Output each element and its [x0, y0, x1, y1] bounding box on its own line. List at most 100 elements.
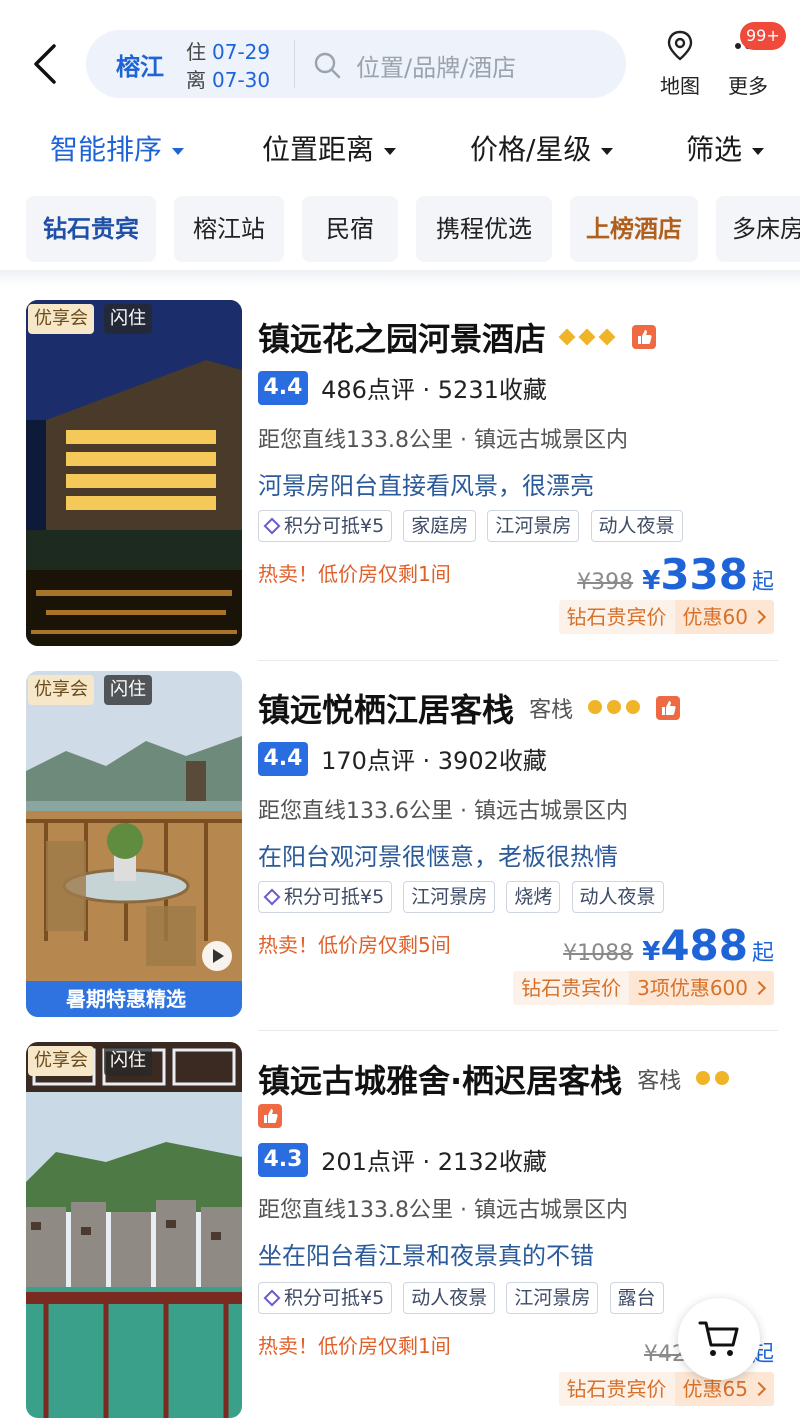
- tag-feature: 江河景房: [506, 1282, 599, 1314]
- thumb-tag-member: 优享会: [28, 304, 94, 334]
- price-suffix: 起: [751, 570, 774, 595]
- discount-info[interactable]: 钻石贵宾价 优惠65: [558, 1372, 774, 1406]
- chevron-left-icon: [34, 44, 56, 84]
- thumb-tag-flash-stay: 闪住: [104, 1046, 152, 1076]
- gem-icon: [263, 1289, 281, 1307]
- chip-diamond-vip[interactable]: 钻石贵宾: [26, 196, 156, 262]
- cart-icon: [698, 1321, 739, 1356]
- distance-text: 距您直线133.6公里 · 镇远古城景区内: [258, 799, 628, 824]
- hot-sale-text: 热卖！低价房仅剩5间: [258, 933, 451, 957]
- sort-smart[interactable]: 智能排序: [50, 128, 185, 168]
- original-price: ¥1088: [563, 941, 634, 966]
- score-badge: 4.4: [258, 370, 308, 405]
- hotel-night-photo: [26, 300, 242, 646]
- score-badge: 4.4: [258, 741, 308, 776]
- tag-feature: 江河景房: [487, 510, 580, 542]
- search-icon: [314, 52, 341, 79]
- tag-feature: 动人夜景: [571, 881, 664, 913]
- date-selector[interactable]: 住 07-29 离 07-30: [186, 38, 270, 94]
- tag-feature: 江河景房: [403, 881, 496, 913]
- discount-label: 钻石贵宾价: [558, 1372, 675, 1406]
- hotel-name-row: 镇远古城雅舍·栖迟居客栈 客栈: [258, 1056, 788, 1102]
- tag-feature: 动人夜景: [403, 1282, 496, 1314]
- chip-ranked-hotel[interactable]: 上榜酒店: [570, 196, 698, 262]
- tag-feature: 家庭房: [403, 510, 477, 542]
- distance-text: 距您直线133.8公里 · 镇远古城景区内: [258, 428, 628, 453]
- hotel-photo[interactable]: 优享会 闪住: [26, 300, 242, 646]
- tag-feature: 露台: [609, 1282, 664, 1314]
- divider: [0, 270, 800, 286]
- hotel-name: 镇远花之园河景酒店: [258, 320, 547, 358]
- hotel-card[interactable]: 优享会 闪住 暑期特惠精选 镇远悦栖江居客栈 客栈 4.4 170点评 · 39…: [0, 671, 800, 1017]
- checkin-date: 07-29: [212, 40, 271, 64]
- caret-down-icon: [752, 147, 765, 155]
- currency-symbol: ¥: [642, 566, 661, 596]
- caret-down-icon: [601, 147, 614, 155]
- cart-button[interactable]: [678, 1298, 760, 1380]
- old-town-view-photo: [26, 1042, 242, 1418]
- gem-icon: [263, 888, 281, 906]
- review-snippet: 河景房阳台直接看风景，很漂亮: [258, 472, 594, 500]
- caret-down-icon: [384, 147, 397, 155]
- hot-sale-text: 热卖！低价房仅剩1间: [258, 1334, 451, 1358]
- tag-feature: 动人夜景: [590, 510, 683, 542]
- dot-rating-icon: [588, 699, 645, 718]
- sort-distance-label: 位置距离: [262, 133, 375, 166]
- discount-amount: 3项优惠600: [629, 971, 774, 1005]
- sort-filter[interactable]: 筛选: [686, 128, 765, 168]
- rating-text: 486点评 · 5231收藏: [321, 376, 547, 404]
- tag-points: 积分可抵¥5: [258, 1282, 393, 1314]
- chip-multi-bed[interactable]: 多床房: [716, 196, 800, 262]
- original-price: ¥398: [577, 570, 634, 595]
- notification-badge: 99+: [740, 22, 786, 50]
- sort-price-label: 价格/星级: [470, 133, 592, 166]
- thumbs-up-icon: [258, 1104, 282, 1128]
- hotel-card[interactable]: 优享会 闪住 镇远花之园河景酒店 4.4 486点评 · 5231收藏 距您直线…: [0, 300, 800, 646]
- chip-ctrip-select[interactable]: 携程优选: [416, 196, 552, 262]
- currency-symbol: ¥: [642, 937, 661, 967]
- discount-info[interactable]: 钻石贵宾价 优惠60: [558, 600, 774, 634]
- rating-row: 4.4 170点评 · 3902收藏: [258, 741, 547, 776]
- hotel-name-row: 镇远花之园河景酒店: [258, 314, 788, 360]
- sort-price-star[interactable]: 价格/星级: [470, 128, 614, 168]
- discount-label: 钻石贵宾价: [513, 971, 630, 1005]
- divider: [294, 40, 295, 88]
- tag-points: 积分可抵¥5: [258, 510, 393, 542]
- discount-info[interactable]: 钻石贵宾价 3项优惠600: [513, 971, 774, 1005]
- discount-amount: 优惠60: [674, 600, 774, 634]
- score-badge: 4.3: [258, 1142, 308, 1177]
- hot-sale-text: 热卖！低价房仅剩1间: [258, 562, 451, 586]
- rating-row: 4.4 486点评 · 5231收藏: [258, 370, 547, 405]
- diamond-rating-icon: [558, 328, 621, 347]
- current-price: 338: [660, 550, 748, 599]
- current-price: 488: [660, 921, 748, 970]
- discount-label: 钻石贵宾价: [558, 600, 675, 634]
- caret-down-icon: [172, 147, 185, 155]
- top-bar: 榕江 住 07-29 离 07-30 位置/品牌/酒店 地图 更多 99+: [0, 0, 800, 122]
- hotel-photo[interactable]: 优享会 闪住: [26, 1042, 242, 1418]
- review-snippet: 坐在阳台看江景和夜景真的不错: [258, 1242, 594, 1270]
- city-selector[interactable]: 榕江: [116, 47, 164, 82]
- search-bar[interactable]: 榕江 住 07-29 离 07-30 位置/品牌/酒店: [86, 30, 626, 98]
- price-row: ¥398 ¥338 起: [577, 550, 774, 599]
- feature-tags: 积分可抵¥5 动人夜景 江河景房 露台: [258, 1282, 670, 1314]
- hotel-name: 镇远古城雅舍·栖迟居客栈: [258, 1062, 623, 1100]
- map-label: 地图: [660, 74, 700, 98]
- hotel-photo[interactable]: 优享会 闪住 暑期特惠精选: [26, 671, 242, 1017]
- hotel-type: 客栈: [637, 1069, 682, 1094]
- back-button[interactable]: [26, 40, 66, 88]
- price-row: ¥1088 ¥488 起: [563, 921, 774, 970]
- divider: [258, 660, 778, 661]
- map-button[interactable]: 地图: [650, 28, 710, 99]
- thumbs-up-icon: [632, 325, 657, 349]
- chip-homestay[interactable]: 民宿: [302, 196, 398, 262]
- search-input[interactable]: 位置/品牌/酒店: [356, 48, 516, 83]
- thumbs-up-icon: [656, 696, 681, 720]
- hotel-type: 客栈: [529, 698, 574, 723]
- chip-rongjiang-station[interactable]: 榕江站: [174, 196, 284, 262]
- tag-points: 积分可抵¥5: [258, 881, 393, 913]
- thumb-tag-flash-stay: 闪住: [104, 304, 152, 334]
- sort-distance[interactable]: 位置距离: [262, 128, 397, 168]
- play-icon[interactable]: [202, 941, 232, 971]
- hotel-card[interactable]: 优享会 闪住 镇远古城雅舍·栖迟居客栈 客栈 4.3 201点评 · 2132收…: [0, 1042, 800, 1424]
